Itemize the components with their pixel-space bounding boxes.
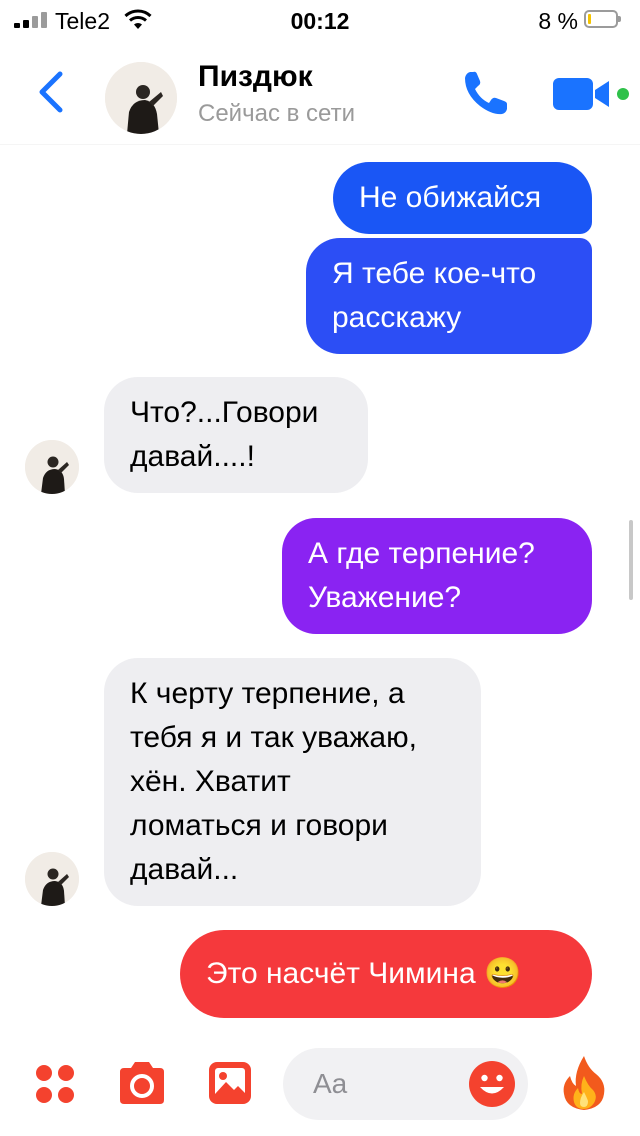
battery-percent: 8 %: [538, 8, 578, 34]
message-outgoing[interactable]: Я тебе кое-что расскажу: [306, 238, 592, 354]
camera-icon[interactable]: [116, 1060, 168, 1106]
message-text: давай...: [130, 853, 239, 886]
message-text: Это насчёт Чимина 😀: [206, 957, 522, 990]
back-arrow-icon[interactable]: [30, 68, 74, 116]
message-outgoing[interactable]: Это насчёт Чимина 😀: [180, 930, 592, 1018]
composer-bar: Aa: [0, 1036, 640, 1136]
message-text: хён. Хватит: [130, 765, 291, 798]
fire-icon[interactable]: [560, 1054, 608, 1112]
message-incoming[interactable]: К черту терпение, а тебя я и так уважаю,…: [104, 658, 481, 906]
status-bar: Tele2 00:12 8 %: [0, 0, 640, 40]
online-indicator: [617, 88, 629, 100]
emoji-icon[interactable]: [468, 1060, 516, 1108]
message-text: ломаться и говори: [130, 809, 388, 842]
message-text: Уважение?: [308, 581, 462, 614]
message-text: тебя я и так уважаю,: [130, 721, 417, 754]
scrollbar[interactable]: [629, 520, 633, 600]
video-call-icon[interactable]: [553, 76, 611, 112]
message-input[interactable]: Aa: [283, 1048, 528, 1120]
message-outgoing[interactable]: А где терпение? Уважение?: [282, 518, 592, 634]
menu-dots-icon[interactable]: [33, 1062, 77, 1106]
sender-avatar[interactable]: [25, 852, 79, 906]
chat-header: Пиздюк Сейчас в сети: [0, 40, 640, 144]
gallery-icon[interactable]: [207, 1060, 253, 1106]
contact-avatar[interactable]: [105, 62, 177, 134]
message-text: давай....!: [130, 440, 255, 473]
phone-call-icon[interactable]: [460, 68, 510, 118]
contact-status: Сейчас в сети: [198, 100, 355, 127]
message-input-placeholder: Aa: [313, 1068, 348, 1099]
contact-name[interactable]: Пиздюк: [198, 60, 313, 94]
message-text: расскажу: [332, 301, 462, 334]
message-text: Не обижайся: [359, 181, 542, 214]
message-text: К черту терпение, а: [130, 677, 405, 710]
battery-icon: [584, 10, 621, 28]
message-text: Я тебе кое-что: [332, 257, 537, 290]
message-outgoing[interactable]: Не обижайся: [333, 162, 592, 234]
sender-avatar[interactable]: [25, 440, 79, 494]
message-incoming[interactable]: Что?...Говори давай....!: [104, 377, 368, 493]
message-text: Что?...Говори: [130, 396, 319, 429]
message-text: А где терпение?: [308, 537, 535, 570]
